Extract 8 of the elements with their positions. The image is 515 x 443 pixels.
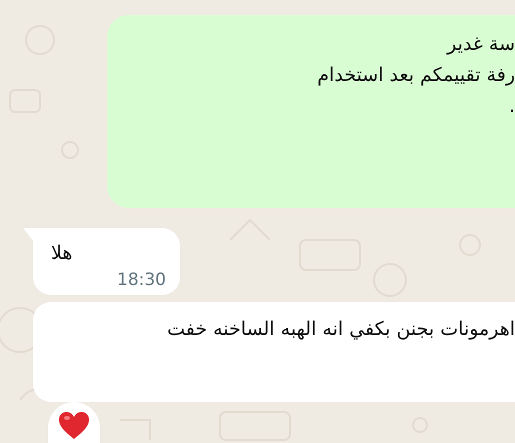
message-text: اهرمونات بجنن بكفي انه الهبه الساخنه خفت [167, 317, 515, 342]
message-text: . [508, 94, 515, 119]
message-time: 18:30 [117, 271, 166, 289]
reaction-badge[interactable] [48, 402, 100, 443]
message-text: رفة تقييمكم بعد استخدام [317, 63, 515, 88]
message-text: هلا [51, 241, 72, 266]
message-text: سة غدير [447, 32, 515, 57]
heart-icon [58, 410, 90, 440]
